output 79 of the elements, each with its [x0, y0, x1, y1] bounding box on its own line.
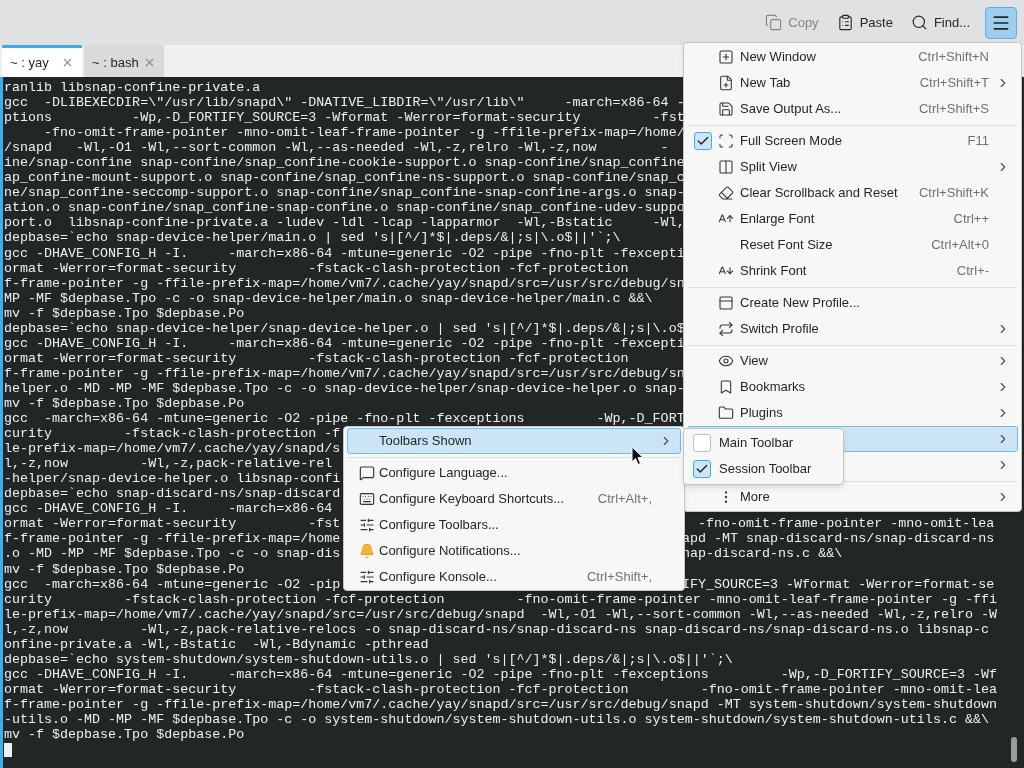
- menu-item-label: Configure Konsole...: [379, 568, 497, 587]
- terminal-line: mv -f $depbase.Tpo $depbase.Po: [4, 305, 245, 321]
- terminal-line: f-frame-pointer -g -ffile-prefix-map=/home/vm7/.cache/yay/snapd/src=/usr/src/debug/snapd -MT system-shutdown/system-shutdown: [4, 696, 997, 712]
- menu-item-label: Configure Notifications...: [379, 542, 521, 561]
- terminal-line: gcc -DLIBEXECDIR=\"/usr/lib/snapd\" -DNATIVE_LIBDIR=\"/usr/lib\" -march=x86-64 -: [4, 95, 685, 111]
- menu-item-label: New Window: [740, 48, 816, 67]
- shortcut-label: Ctrl+Shift+K: [918, 184, 989, 203]
- terminal-line: -fno-omit-frame-pointer -mno-omit-lea: [697, 516, 995, 532]
- terminal-line: ation.o snap-confine/snap_confine-snap-confine.o snap-confine/snap_confine-udev-suppo: [4, 200, 685, 216]
- terminal-line: ap_confine-mount-support.o snap-confine/snap_confine-ns-support.o snap-confine/snap_c: [4, 170, 685, 186]
- menu-item-label: Configure Keyboard Shortcuts...: [379, 490, 564, 509]
- terminal-line: port.o libsnap-confine-private.a -ludev -ldl -lcap -lapparmor -Wl,-Bstatic -Wl,: [4, 215, 685, 231]
- terminal-line: gcc -DHAVE_CONFIG_H -I. -march=x86-64 -mtune=generic -O2 -pipe -fno-plt -fexcepti: [4, 335, 685, 351]
- menu-item-label: Split View: [740, 158, 797, 177]
- terminal-line: gcc -DHAVE_CONFIG_H -I. -march=x86-64: [4, 501, 333, 517]
- menu-item-label: Clear Scrollback and Reset: [740, 184, 898, 203]
- menu-item-label: View: [740, 352, 768, 371]
- shortcut-label: Ctrl+Shift+N: [918, 48, 989, 67]
- menu-item-label: More: [740, 488, 770, 507]
- shortcut-label: Ctrl+Alt+0: [931, 236, 989, 255]
- terminal-line: f-frame-pointer -g -ffile-prefix-map=/home/vm7/.cache/yay/snapd/src=/usr/src/debug/sn: [4, 365, 685, 381]
- menu-item-label: New Tab: [740, 74, 791, 93]
- menu-item-label: Full Screen Mode: [740, 132, 842, 151]
- terminal-line: le-prefix-map=/home/vm7/.cache/yay/snapd/src=/usr/src/debug/snapd -Wl,-O1 -Wl,--sort-common -Wl,--as-needed -Wl,-z,relro -W: [4, 606, 997, 622]
- shortcut-label: Ctrl+Shift+T: [919, 74, 989, 93]
- terminal-line: gcc -DHAVE_CONFIG_H -I. -march=x86-64 -mtune=generic -O2 -pipe -fno-plt -fexcepti: [4, 245, 685, 261]
- terminal-line: onfine-private.a -Wl,-Bstatic -Wl,-Bdynamic -pthread: [4, 636, 429, 652]
- terminal-line: ormat -Werror=format-security -fstack-clash-protection -fcf-protection: [4, 260, 629, 276]
- terminal-line: /snapd -Wl,-O1 -Wl,--sort-common -Wl,--as-needed -Wl,-z,relro -Wl,-z,now -: [4, 140, 669, 156]
- shortcut-label: Ctrl+-: [956, 262, 989, 281]
- menu-item-label: Enlarge Font: [740, 210, 815, 229]
- terminal-line: depbase=`echo snap-device-helper/snap-device-helper.o | sed 's|[^/]*$|.deps/&|;s|\.o$: [4, 320, 685, 336]
- terminal-line: ormat -Werror=format-security -fstack-clash-protection -fcf-protection -fno-omit-frame-pointer -mno-omit-lea: [4, 681, 997, 697]
- terminal-line: ne/snap_confine-seccomp-support.o snap-confine/snap_confine-snap-confine-args.o snap-: [4, 185, 685, 201]
- terminal-line: gcc -march=x86-64 -mtune=generic -O2 -pipe -fno-plt -fexceptions -Wp,-D_FORT: [4, 411, 685, 427]
- terminal-line: depbase=`echo system-shutdown/system-shutdown-utils.o | sed 's|[^/]*$|.deps/&|;s|\.o$||'`;\: [4, 651, 733, 667]
- terminal-line: l,-z,now -Wl,-z,pack-relative-relocs -o snap-discard-ns/snap-discard-ns snap-discard-ns/snap-discard-ns.o libsnap-c: [4, 621, 989, 637]
- menu-item-label: Save Output As...: [740, 100, 842, 119]
- terminal-line: gcc -DHAVE_CONFIG_H -I. -march=x86-64 -mtune=generic -O2 -pipe -fno-plt -fexceptions -Wp,-D_FORTIFY_SOURCE=3 -Wf: [4, 666, 997, 682]
- menu-item-label: Session Toolbar: [719, 460, 812, 479]
- terminal-line: ptions -Wp,-D_FORTIFY_SOURCE=3 -Wformat -Werror=format-security -fst: [4, 110, 685, 126]
- menu-item-label: Create New Profile...: [740, 294, 860, 313]
- terminal-line: curity -fstack-clash-protection -f: [4, 426, 341, 442]
- terminal-line: depbase=`echo snap-device-helper/main.o | sed 's|[^/]*$|.deps/&|;s|\.o$||'`;\: [4, 230, 621, 246]
- terminal-line: l,-z,now -Wl,-z,pack-relative-rel: [4, 456, 333, 472]
- terminal-line: MP -MF $depbase.Tpo -c -o snap-device-helper/main.o snap-device-helper/main.c &&\: [4, 290, 653, 306]
- menu-item-label: Configure Toolbars...: [379, 516, 499, 535]
- menu-item-label: Configure Language...: [379, 464, 508, 483]
- terminal-line: mv -f $depbase.Tpo $depbase.Po: [4, 396, 245, 412]
- terminal-line: le-prefix-map=/home/vm7/.cache/yay/snapd/s: [4, 441, 341, 457]
- terminal-line: ormat -Werror=format-security -fstack-clash-protection -fcf-protection: [4, 350, 629, 366]
- menu-item-label: Toolbars Shown: [379, 432, 472, 451]
- terminal-line: ranlib libsnap-confine-private.a: [4, 80, 261, 96]
- terminal-line: ine/snap-confine snap-confine/snap_confine-cookie-support.o snap-confine/snap_confine: [4, 155, 685, 171]
- terminal-line: nap-discard-ns.c &&\: [682, 546, 843, 562]
- terminal-line: ormat -Werror=format-security -fst: [4, 516, 341, 532]
- shortcut-label: F11: [967, 132, 989, 151]
- menu-item-label: Switch Profile: [740, 320, 819, 339]
- terminal-line: mv -f $depbase.Tpo $depbase.Po: [4, 561, 245, 577]
- terminal-line: gcc -march=x86-64 -mtune=generic -O2 -pip: [4, 576, 341, 592]
- menu-item-label: Bookmarks: [740, 378, 806, 397]
- shortcut-label: Ctrl+Shift+,: [586, 568, 652, 587]
- terminal-line: mv -f $depbase.Tpo $depbase.Po: [4, 727, 245, 743]
- terminal-line: curity -fstack-clash-protection -fcf-protection -fno-omit-frame-pointer -mno-omit-leaf-frame-pointer -g -ffi: [4, 591, 997, 607]
- menu-item-label: Shrink Font: [740, 262, 807, 281]
- terminal-line: f-frame-pointer -g -ffile-prefix-map=/home/vm7/.cache/yay/snapd/src=/usr/src/debug/sn: [4, 275, 685, 291]
- terminal-line: .o -MD -MP -MF $depbase.Tpo -c -o snap-dis: [4, 546, 341, 562]
- shortcut-label: Ctrl++: [953, 210, 989, 229]
- terminal-line: -fno-omit-frame-pointer -mno-omit-leaf-frame-pointer -g -ffile-prefix-map=/home/: [43, 125, 685, 141]
- shortcut-label: Ctrl+Alt+,: [597, 490, 652, 509]
- shortcut-label: Ctrl+Shift+S: [918, 100, 989, 119]
- terminal-line: -utils.o -MD -MP -MF $depbase.Tpo -c -o system-shutdown/system-shutdown-utils.o system-shutdown/system-shutdown-utils.c &&\: [4, 711, 989, 727]
- terminal-line: f-frame-pointer -g -ffile-prefix-map=/home: [4, 531, 341, 547]
- menu-item-label: Main Toolbar: [719, 434, 794, 453]
- terminal-line: helper.o -MD -MP -MF $depbase.Tpo -c -o snap-device-helper/snap-device-helper.o snap-: [4, 380, 685, 396]
- menu-item-label: Plugins: [740, 404, 783, 423]
- terminal-line: depbase=`echo snap-discard-ns/snap-discard: [4, 486, 341, 502]
- terminal-line: -helper/snap-device-helper.o libsnap-confi: [4, 471, 341, 487]
- menu-item-label: Reset Font Size: [740, 236, 833, 255]
